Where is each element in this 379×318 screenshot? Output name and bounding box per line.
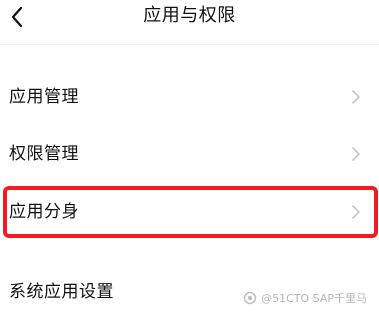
list-item-app-management[interactable]: 应用管理 bbox=[0, 71, 379, 123]
header-bar: 应用与权限 bbox=[0, 0, 379, 36]
chevron-right-icon bbox=[351, 204, 361, 220]
chevron-right-icon bbox=[351, 146, 361, 162]
list-item-label: 系统应用设置 bbox=[9, 282, 114, 302]
list-item-permission-management[interactable]: 权限管理 bbox=[0, 128, 379, 180]
list-item-label: 权限管理 bbox=[9, 144, 79, 164]
watermark: @51CTO SAP千里马 bbox=[243, 290, 367, 306]
watermark-logo-icon bbox=[243, 291, 257, 305]
header-divider bbox=[0, 44, 379, 45]
list-item-label: 应用分身 bbox=[9, 202, 79, 222]
list-item-label: 应用管理 bbox=[9, 87, 79, 107]
list-item-app-clone[interactable]: 应用分身 bbox=[0, 186, 379, 238]
chevron-right-icon bbox=[351, 89, 361, 105]
page-title: 应用与权限 bbox=[143, 5, 236, 26]
settings-screen: 应用与权限 应用管理 权限管理 应用分身 系统应用设置 @51CTO SAP千里… bbox=[0, 0, 379, 316]
watermark-text: @51CTO SAP千里马 bbox=[261, 292, 367, 305]
